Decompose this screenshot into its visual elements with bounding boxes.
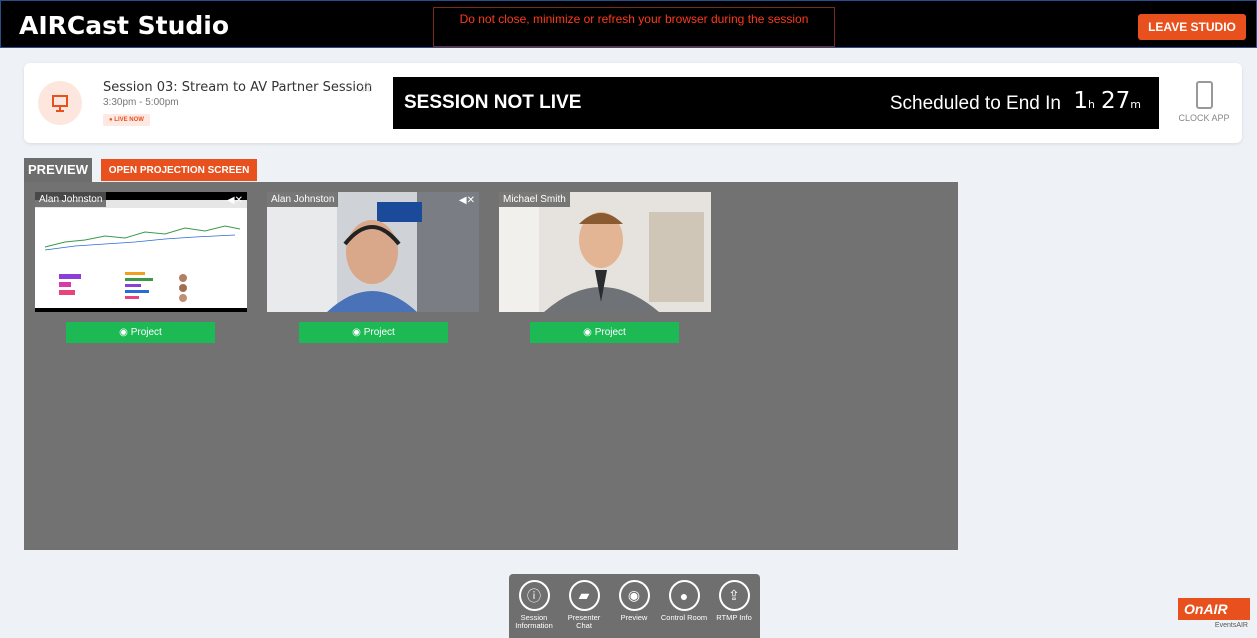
participant-tile: Alan Johnston ◀✕ ◉ Project — [267, 192, 479, 343]
tool-label: Preview — [620, 613, 648, 622]
end-label: Scheduled to End In — [889, 93, 1061, 114]
mute-icon[interactable]: ◀✕ — [459, 195, 475, 206]
participant-tile: Michael Smith ◉ Project — [499, 192, 711, 343]
countdown-timer: 1h 27m — [1073, 88, 1147, 114]
participant-name: Alan Johnston — [267, 192, 339, 207]
project-label: Project — [130, 327, 162, 338]
webcam-video: Michael Smith — [499, 192, 711, 312]
project-button[interactable]: ◉ Project — [530, 322, 679, 343]
project-label: Project — [363, 327, 395, 338]
preview-button[interactable]: ◉ Preview — [609, 580, 659, 622]
user-icon: ● — [668, 580, 700, 611]
project-label: Project — [594, 327, 626, 338]
bottom-toolbar: ⓘ Session Information ▰ Presenter Chat ◉… — [509, 574, 760, 638]
top-bar: AIRCast Studio Do not close, minimize or… — [0, 0, 1257, 48]
session-name: Session 03: Stream to AV Partner Session — [103, 80, 373, 95]
tool-label: Control Room — [660, 613, 708, 622]
hours-unit: h — [1088, 98, 1095, 111]
tab-preview[interactable]: PREVIEW — [24, 158, 92, 182]
project-button[interactable]: ◉ Project — [299, 322, 448, 343]
info-icon: ⓘ — [518, 580, 550, 611]
webcam-video: Alan Johnston ◀✕ — [267, 192, 479, 312]
mute-icon[interactable]: ◀✕ — [227, 195, 243, 206]
presentation-icon — [38, 81, 82, 125]
session-time: 3:30pm - 5:00pm — [103, 97, 179, 108]
live-now-badge: ● LIVE NOW — [103, 114, 150, 126]
participant-tile: Alan Johnston ◀✕ ◉ Project — [35, 192, 247, 343]
onair-logo: OnAIR EventsAIR — [1178, 598, 1252, 634]
app-title: AIRCast Studio — [19, 11, 230, 40]
minutes-value: 27 — [1101, 88, 1131, 114]
favorite-star-icon[interactable]: ☆ — [359, 77, 373, 97]
tool-label: Session Information — [515, 613, 553, 630]
presenter-chat-button[interactable]: ▰ Presenter Chat — [559, 580, 609, 630]
session-card: Session 03: Stream to AV Partner Session… — [24, 63, 1242, 143]
chat-icon: ▰ — [568, 580, 600, 611]
leave-studio-button[interactable]: LEAVE STUDIO — [1138, 14, 1246, 40]
logo-brand: OnAIR — [1178, 598, 1250, 620]
participant-name: Michael Smith — [499, 192, 570, 207]
logo-sub: EventsAIR — [1214, 622, 1248, 629]
session-status: SESSION NOT LIVE — [404, 92, 582, 113]
clock-app-label: CLOCK APP — [1178, 113, 1230, 123]
open-projection-screen-button[interactable]: OPEN PROJECTION SCREEN — [101, 159, 257, 181]
eye-icon: ◉ — [618, 580, 650, 611]
control-room-button[interactable]: ● Control Room — [659, 580, 709, 622]
hours-value: 1 — [1073, 88, 1089, 114]
upload-icon: ⇪ — [718, 580, 750, 611]
project-button[interactable]: ◉ Project — [66, 322, 215, 343]
tool-label: Presenter Chat — [567, 613, 601, 630]
minutes-unit: m — [1130, 98, 1141, 111]
rtmp-info-button[interactable]: ⇪ RTMP Info — [709, 580, 759, 622]
screen-share-video: Alan Johnston ◀✕ — [35, 192, 247, 312]
browser-warning: Do not close, minimize or refresh your b… — [433, 7, 835, 47]
session-information-button[interactable]: ⓘ Session Information — [509, 580, 559, 630]
preview-area: Alan Johnston ◀✕ ◉ Project Alan Johnston… — [24, 182, 958, 550]
clock-app-button[interactable]: CLOCK APP — [1173, 81, 1235, 123]
tool-label: RTMP Info — [716, 613, 752, 622]
session-status-banner: SESSION NOT LIVE Scheduled to End In 1h 2… — [393, 77, 1159, 129]
phone-icon — [1195, 81, 1213, 109]
participant-name: Alan Johnston — [35, 192, 107, 207]
